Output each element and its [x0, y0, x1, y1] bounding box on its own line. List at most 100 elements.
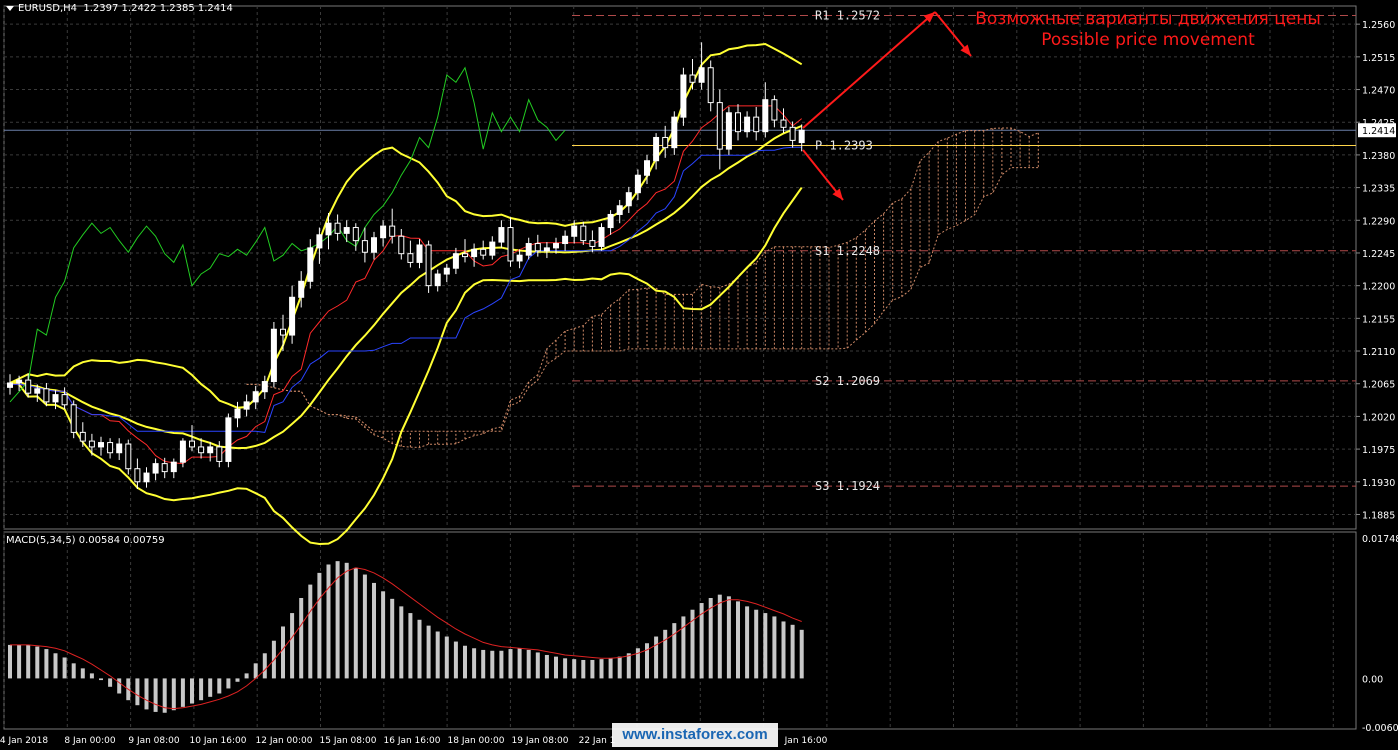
- candle-body: [471, 248, 478, 258]
- arrow-up: [802, 11, 936, 129]
- candle-body: [462, 253, 468, 258]
- macd-bar: [672, 623, 677, 679]
- macd-bar: [599, 659, 604, 679]
- macd-bar: [390, 598, 395, 679]
- candle-body: [371, 237, 377, 253]
- chart-header: EURUSD,H4 1.2397 1.2422 1.2385 1.2414: [6, 3, 233, 14]
- candle-body: [170, 461, 177, 473]
- macd-bar: [71, 663, 76, 679]
- candle-body: [534, 243, 541, 252]
- candle-body: [70, 404, 77, 433]
- macd-bar: [44, 649, 49, 679]
- candle-body: [152, 463, 159, 474]
- price-tick-label: 1.2290: [1362, 216, 1395, 227]
- candle-body: [261, 381, 268, 393]
- price-chart-canvas[interactable]: R1 1.2572 P 1.2393 S1 1.2248 S2 1.2069 S3 1.…: [0, 0, 1398, 750]
- macd-bar: [645, 643, 649, 679]
- macd-bar: [435, 631, 440, 679]
- price-tick-label: 1.2200: [1362, 282, 1395, 293]
- macd-bar: [62, 657, 67, 679]
- bollinger-middle: [9, 124, 803, 450]
- candle-body: [134, 468, 141, 483]
- macd-tick-label: 0.00: [1362, 674, 1383, 685]
- pivot-label: S2 1.2069: [815, 374, 880, 388]
- macd-bar: [763, 613, 768, 679]
- time-tick-label: 18 Jan 00:00: [448, 736, 505, 746]
- candle-body: [443, 267, 450, 275]
- candle-body: [735, 112, 741, 133]
- candle-body: [61, 394, 68, 406]
- time-tick-label: 19 Jan 08:00: [512, 736, 569, 746]
- candle-body: [116, 443, 123, 454]
- candle-body: [43, 388, 50, 403]
- macd-bar: [572, 659, 577, 679]
- price-tick-label: 1.2560: [1362, 20, 1395, 31]
- candle-body: [698, 67, 705, 83]
- candle-body: [343, 227, 350, 234]
- macd-tick-label: -0.00604: [1362, 723, 1398, 734]
- macd-bar: [281, 626, 285, 679]
- price-tick-label: 1.2155: [1362, 314, 1395, 325]
- macd-bar: [308, 584, 313, 679]
- price-tick-label: 1.2065: [1362, 380, 1395, 391]
- candle-body: [780, 119, 787, 128]
- candle-body: [189, 440, 195, 448]
- candle-body: [680, 74, 687, 118]
- candle-body: [289, 296, 296, 336]
- macd-bar: [590, 659, 595, 679]
- macd-bar: [344, 562, 349, 679]
- macd-bar: [99, 678, 103, 681]
- macd-bar: [53, 653, 58, 679]
- time-tick-label: 4 Jan 2018: [0, 736, 48, 746]
- macd-bar: [781, 621, 786, 679]
- candle-body: [16, 379, 23, 384]
- watermark-box[interactable]: www.instaforex.com: [612, 723, 778, 747]
- macd-bar: [326, 564, 331, 679]
- macd-bar: [317, 572, 322, 679]
- macd-bar: [208, 678, 213, 697]
- macd-bar: [17, 644, 22, 679]
- candle-body: [671, 116, 678, 149]
- candle-body: [334, 222, 341, 234]
- candle-body: [298, 280, 305, 298]
- dropdown-triangle-icon[interactable]: [6, 5, 14, 11]
- macd-bar: [399, 606, 404, 679]
- candle-body: [225, 417, 232, 462]
- macd-bar: [772, 616, 777, 679]
- time-tick-label: 22 Jan 1: [579, 736, 616, 746]
- candle-body: [107, 442, 114, 454]
- candle-body: [280, 328, 286, 336]
- macd-bar: [408, 613, 413, 679]
- candle-body: [507, 227, 514, 262]
- macd-title: MACD(5,34,5) 0.00584 0.00759: [6, 535, 165, 546]
- candle-body: [553, 243, 559, 249]
- macd-bar: [372, 582, 376, 679]
- macd-bar: [453, 641, 458, 679]
- candle-body: [707, 67, 714, 104]
- macd-bar: [654, 636, 659, 679]
- macd-bar: [663, 629, 668, 679]
- macd-bar: [117, 678, 122, 694]
- candle-body: [744, 116, 751, 133]
- candle-body: [489, 241, 496, 256]
- macd-bar: [290, 613, 295, 679]
- macd-bar: [481, 649, 486, 679]
- macd-bar: [754, 609, 759, 679]
- candle-body: [179, 440, 186, 463]
- candle-body: [580, 225, 587, 242]
- candle-body: [653, 136, 660, 162]
- chikou-span: [9, 66, 566, 403]
- price-panel-border: [3, 5, 1357, 530]
- macd-bar: [26, 644, 31, 679]
- time-tick-label: 9 Jan 08:00: [128, 736, 180, 746]
- candle-body: [34, 388, 41, 394]
- time-tick-label: Jan 16:00: [784, 736, 828, 746]
- macd-tick-label: 0.01748: [1362, 534, 1398, 545]
- current-price-label: 1.2414: [1362, 126, 1395, 137]
- candle-body: [798, 129, 805, 144]
- candle-body: [525, 243, 532, 256]
- candle-body: [689, 74, 696, 83]
- macd-bar: [426, 625, 431, 679]
- macd-bar: [736, 601, 740, 679]
- bollinger-lower: [9, 187, 803, 546]
